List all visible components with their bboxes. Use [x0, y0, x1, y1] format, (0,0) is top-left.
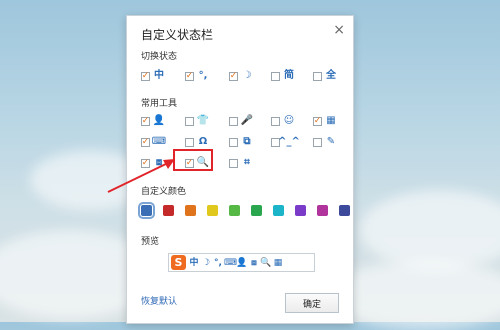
annotation-arrow [107, 159, 175, 193]
